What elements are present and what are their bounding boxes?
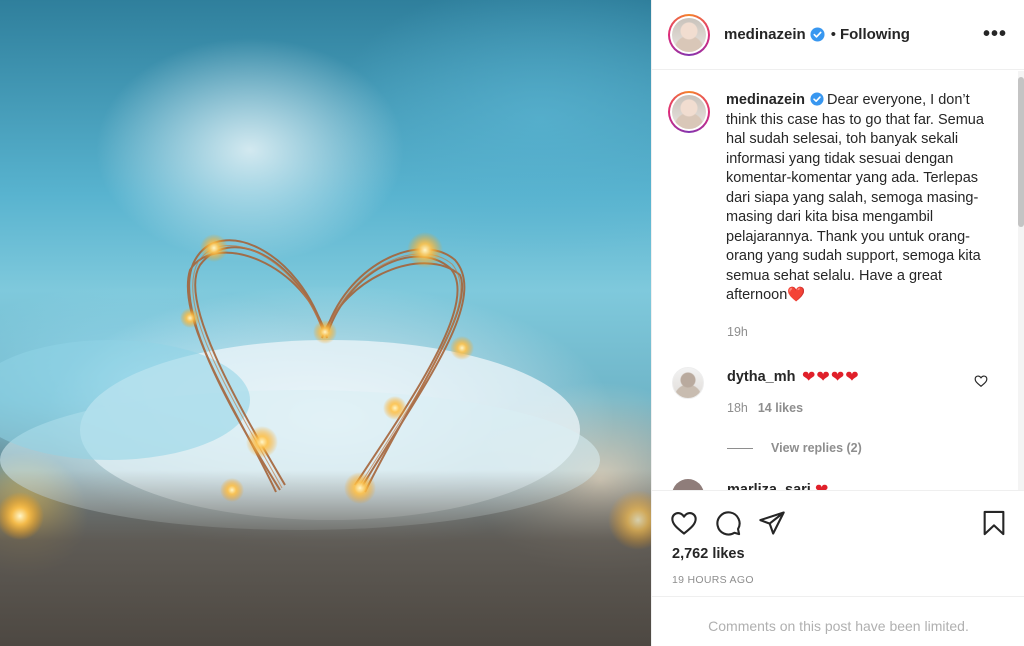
comments-limited-notice: Comments on this post have been limited. xyxy=(652,596,1024,646)
post-detail-panel: medinazein • Following ••• medinazein De… xyxy=(651,0,1024,646)
post-caption: medinazein Dear everyone, I don’t think … xyxy=(668,91,988,306)
caption-emoji: ❤️ xyxy=(787,287,806,303)
view-replies-button[interactable]: View replies (2) xyxy=(727,441,862,455)
comment-icon[interactable] xyxy=(714,509,742,537)
heart-lights-illustration xyxy=(0,232,651,646)
commenter-username[interactable]: marliza_sari xyxy=(727,482,811,490)
post-image[interactable] xyxy=(0,0,651,646)
commenter-avatar[interactable] xyxy=(672,479,704,490)
comments-list[interactable]: medinazein Dear everyone, I don’t think … xyxy=(652,71,1017,490)
verified-icon xyxy=(810,92,824,106)
replies-divider xyxy=(727,447,753,449)
header-separator: • xyxy=(830,26,836,43)
caption-body: Dear everyone, I don’t think this case h… xyxy=(726,92,984,303)
verified-icon xyxy=(810,27,825,42)
comment-meta: 18h 14 likes xyxy=(727,401,803,415)
save-icon[interactable] xyxy=(980,509,1008,537)
commenter-username[interactable]: dytha_mh xyxy=(727,369,796,385)
more-options-icon[interactable]: ••• xyxy=(983,24,1007,44)
caption-timestamp[interactable]: 19h xyxy=(727,325,748,339)
comment-item: dytha_mh ❤❤❤❤ 18h 14 likes xyxy=(672,367,1012,427)
comment-likes[interactable]: 14 likes xyxy=(758,401,803,415)
like-icon[interactable] xyxy=(670,509,698,537)
comments-scrollbar[interactable] xyxy=(1018,71,1024,490)
following-button[interactable]: Following xyxy=(840,26,910,43)
caption-text-block: medinazein Dear everyone, I don’t think … xyxy=(726,91,988,306)
post-actions: 2,762 likes 19 HOURS AGO xyxy=(652,490,1024,596)
caption-username[interactable]: medinazein xyxy=(726,92,805,108)
commenter-avatar[interactable] xyxy=(672,367,704,399)
likes-count[interactable]: 2,762 likes xyxy=(672,546,745,562)
post-timestamp[interactable]: 19 HOURS AGO xyxy=(672,574,754,586)
comment-text: ❤ xyxy=(815,480,828,490)
author-avatar[interactable] xyxy=(668,13,710,56)
author-username[interactable]: medinazein xyxy=(724,26,806,43)
comment-text: ❤❤❤❤ xyxy=(802,369,860,386)
comment-like-icon[interactable] xyxy=(974,374,988,388)
view-replies-label: View replies (2) xyxy=(771,441,862,455)
comment-timestamp[interactable]: 18h xyxy=(727,401,748,415)
caption-avatar[interactable] xyxy=(668,91,710,133)
share-icon[interactable] xyxy=(758,509,786,537)
post-header: medinazein • Following ••• xyxy=(652,0,1024,70)
